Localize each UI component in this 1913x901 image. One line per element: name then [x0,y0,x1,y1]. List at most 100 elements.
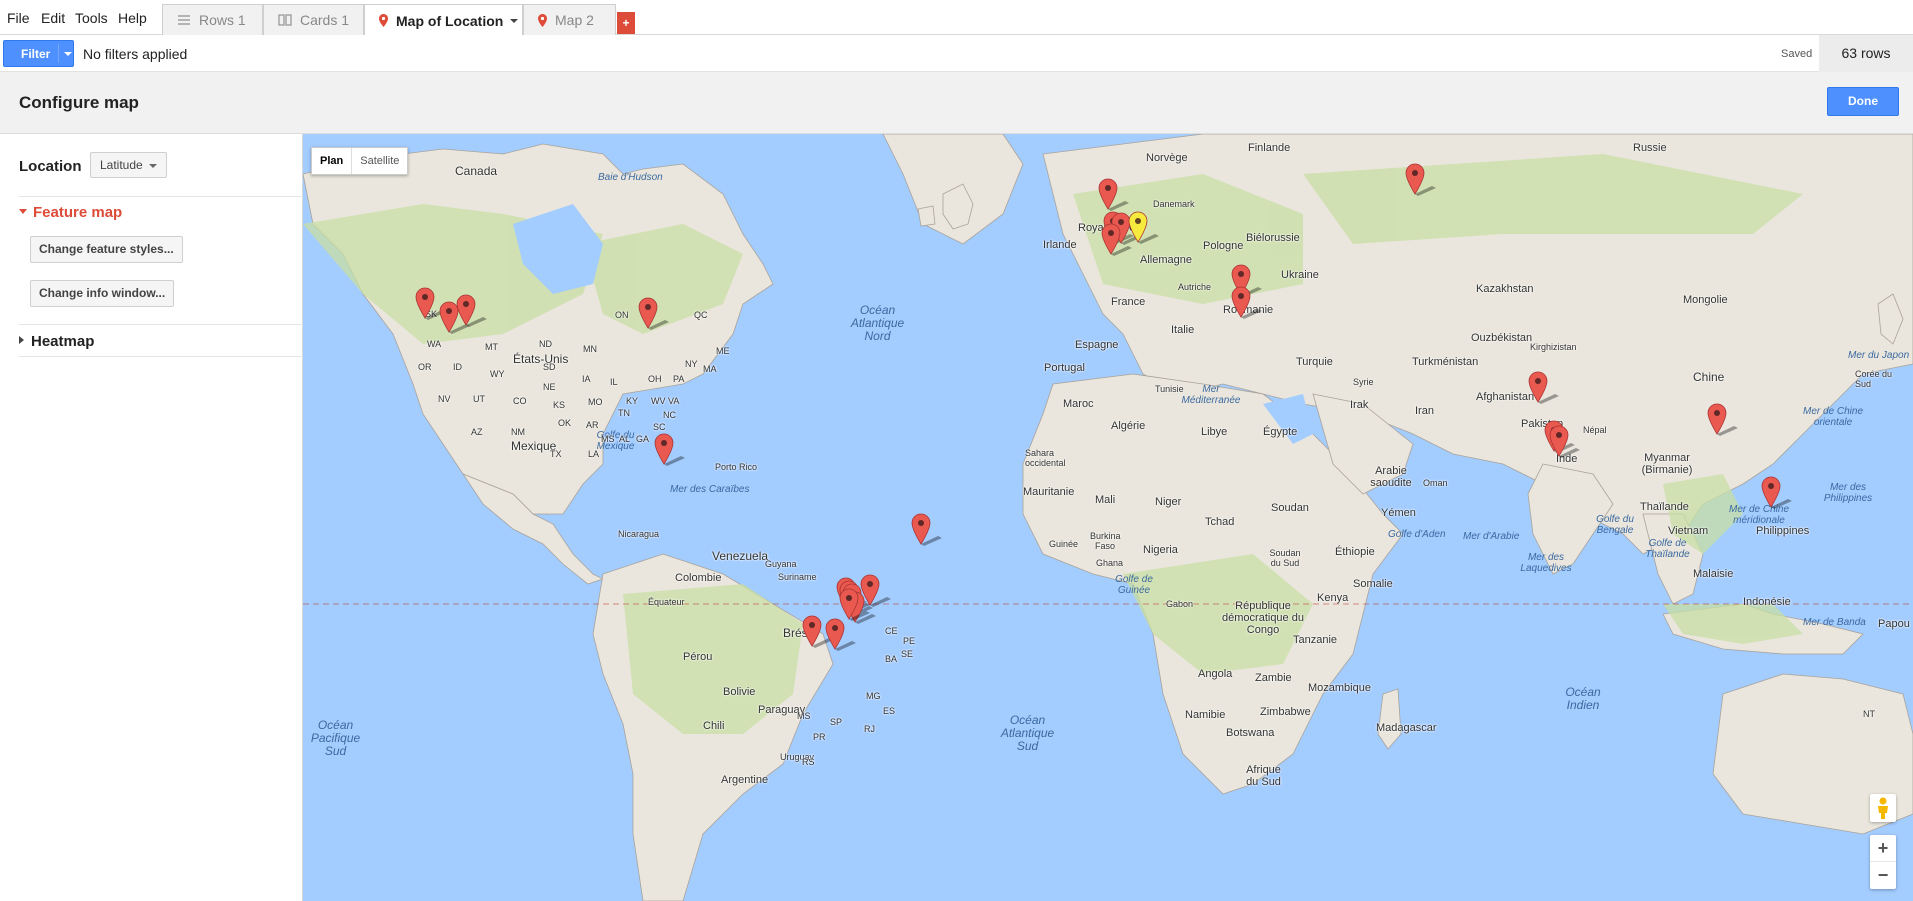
map-label: Myanmar (Birmanie) [1641,452,1693,476]
map-label: Maroc [1063,398,1094,410]
feature-map-section-toggle[interactable]: Feature map [19,204,122,221]
zoom-out-button[interactable]: − [1870,862,1896,889]
map-label: Allemagne [1140,254,1192,266]
map-label: Pérou [683,651,713,663]
chevron-down-icon[interactable] [510,18,519,23]
map-label: Golfe de Guinée [1115,574,1153,596]
map-label: Golfe d'Aden [1388,529,1446,540]
map-label: Irak [1350,399,1369,411]
map-label: Angola [1198,668,1233,680]
map-marker-icon[interactable] [1101,223,1132,256]
map-label: UT [473,394,485,404]
map-label: PR [813,732,826,742]
map-label: Sahara occidental [1025,448,1066,468]
map-marker-icon[interactable] [1128,211,1159,244]
map-label: MG [866,691,881,701]
menu-file[interactable]: File [7,10,30,26]
map-label: Océan Atlantique Nord [850,303,905,343]
collapsed-triangle-icon [19,336,24,345]
menu-tools[interactable]: Tools [75,10,108,26]
map-label: Mer d'Arabie [1463,531,1520,542]
map-label: MN [583,344,597,354]
map-label: Madagascar [1376,722,1437,734]
map-label: NT [1863,709,1875,719]
map-label: Espagne [1075,339,1119,351]
change-feature-styles-button[interactable]: Change feature styles... [30,236,183,263]
map-label: Colombie [675,572,722,584]
map-label: Mali [1095,494,1116,506]
map-marker-icon[interactable] [1761,476,1792,509]
map-label: MA [703,364,717,374]
map-label: SP [830,717,843,727]
map-label: Malaisie [1693,568,1734,580]
map-label: Éthiopie [1335,546,1375,558]
map-type-satellite-button[interactable]: Satellite [351,148,407,174]
map-marker-icon[interactable] [638,297,669,330]
chevron-down-icon[interactable] [64,52,72,56]
map-label: Zambie [1255,672,1292,684]
map-type-control: Plan Satellite [311,147,409,175]
map-marker-icon[interactable] [439,301,470,334]
map-marker-icon[interactable] [415,287,446,320]
map-label: Soudan du Sud [1269,548,1301,568]
tab-map-2[interactable]: Map 2 [523,4,616,35]
map-label: RJ [864,724,875,734]
map-label: France [1111,296,1146,308]
map-label: Algérie [1111,420,1146,432]
map-label: AL [619,434,631,444]
map-label: Finlande [1248,142,1291,154]
change-info-window-button[interactable]: Change info window... [30,280,175,307]
map-label: Kazakhstan [1476,283,1534,295]
map-marker-icon[interactable] [1231,286,1262,319]
map-marker-icon[interactable] [1707,403,1738,436]
tab-map-of-location[interactable]: Map of Location [364,4,523,36]
map-label: Argentine [721,774,769,786]
pegman-icon[interactable] [1870,794,1896,822]
map-marker-icon[interactable] [654,433,685,466]
map-marker-icon[interactable] [839,588,870,621]
map-label: Soudan [1271,502,1309,514]
location-select[interactable]: Latitude [90,152,167,178]
map-marker-icon[interactable] [1528,371,1559,404]
map-marker-icon[interactable] [825,618,856,651]
map-label: VA [668,396,680,406]
map-label: MS [797,711,811,721]
map-label: Mauritanie [1023,486,1075,498]
map-marker-icon[interactable] [1549,425,1580,458]
map-marker-icon[interactable] [911,513,942,546]
zoom-control: + − [1870,835,1896,889]
rows-icon [177,14,191,26]
map-marker-icon[interactable] [802,615,833,648]
tab-cards[interactable]: Cards 1 [263,4,364,35]
map-label: Mer Méditerranée [1181,384,1241,406]
filter-button[interactable]: Filter [3,40,74,67]
map-label: Kenya [1317,592,1349,604]
map-label: Chine [1693,370,1725,384]
tab-rows[interactable]: Rows 1 [162,4,263,35]
menu-help[interactable]: Help [118,10,147,26]
map-label: Iran [1415,405,1434,417]
menu-edit[interactable]: Edit [41,10,65,26]
map-type-plan-button[interactable]: Plan [312,148,351,174]
map-label: Nigeria [1143,544,1178,556]
map-label: Ukraine [1281,269,1319,281]
map-label: Russie [1633,142,1667,154]
expanded-triangle-icon [19,208,27,214]
map-marker-icon[interactable] [1405,163,1436,196]
map-pin-icon [538,13,547,27]
done-button[interactable]: Done [1827,87,1899,116]
zoom-in-button[interactable]: + [1870,835,1896,862]
map-label: Pologne [1203,240,1244,252]
map-label: Mer de Banda [1803,617,1866,628]
map-marker-icon[interactable] [1098,178,1129,211]
map-marker-icon[interactable] [456,294,487,327]
map-label: Libye [1201,426,1228,438]
map-view[interactable]: Plan Satellite Canada Baie d'Hudson État… [303,134,1913,901]
map-label: WA [427,339,442,349]
map-label: TN [618,408,630,418]
map-label: KY [626,396,639,406]
map-label: Namibie [1185,709,1226,721]
feature-map-label: Feature map [33,204,123,221]
add-tab-button[interactable]: + [617,12,635,34]
heatmap-section-toggle[interactable]: Heatmap [19,333,94,350]
